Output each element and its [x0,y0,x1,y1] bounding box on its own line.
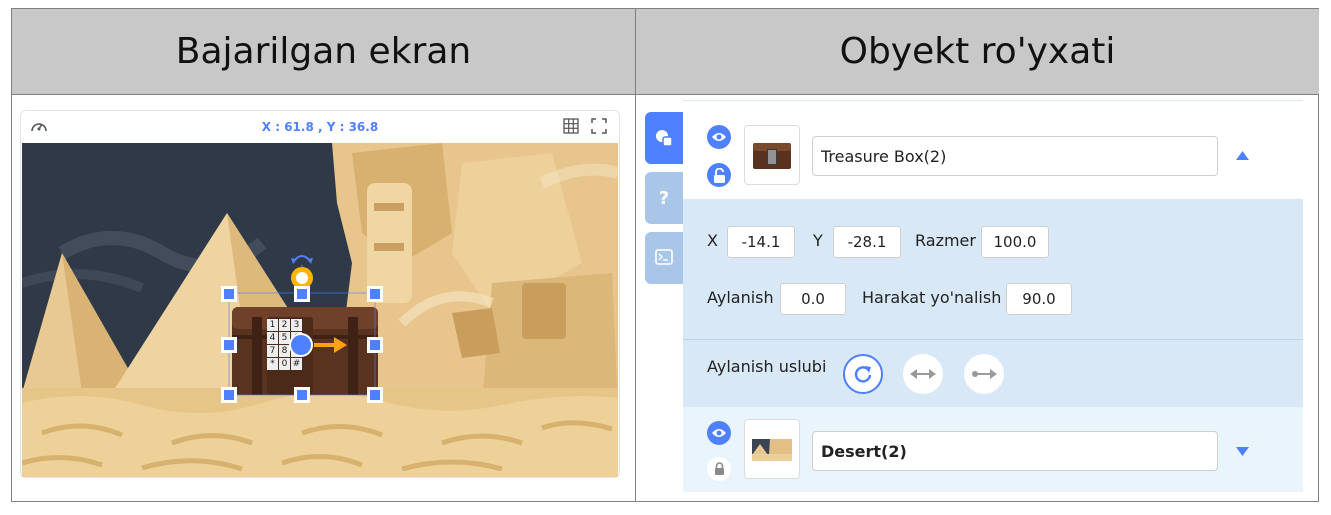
stage-toolbar: X : 61.8 , Y : 36.8 [21,111,619,142]
tab-console[interactable] [645,232,683,284]
resize-handle-bottom[interactable] [294,387,310,403]
object-name-field[interactable]: Treasure Box(2) [812,136,1218,176]
header-right: Obyekt ro'yxati [636,9,1319,95]
visibility-toggle[interactable] [707,125,731,149]
x-label: X [707,231,718,250]
tab-objects[interactable] [645,112,683,164]
y-input[interactable]: -28.1 [833,226,901,258]
object-thumbnail[interactable] [744,125,800,185]
resize-handle-left[interactable] [221,337,237,353]
rotation-style-horizontal-button[interactable] [903,354,943,394]
horizontal-flip-icon [910,369,936,379]
object-name-field[interactable]: Desert(2) [812,431,1218,471]
resize-handle-bottom-left[interactable] [221,387,237,403]
rotation-style-none-button[interactable] [964,354,1004,394]
rotation-style-free-button[interactable] [843,354,883,394]
svg-text:?: ? [659,188,669,209]
grid-icon[interactable] [563,118,579,134]
resize-handle-top-right[interactable] [367,286,383,302]
properties-divider [683,339,1303,340]
tab-help[interactable]: ? [645,172,683,224]
lock-closed-icon [715,462,724,475]
object-list-panel: Treasure Box(2) X -14.1 Y -28.1 Razmer 1… [683,100,1303,492]
column-divider [635,9,636,501]
rotation-style-label: Aylanish uslubi [707,357,827,376]
center-point-handle[interactable] [289,333,313,357]
resize-handle-bottom-right[interactable] [367,387,383,403]
objects-icon [656,130,673,147]
size-input[interactable]: 100.0 [981,226,1049,258]
resize-handle-top[interactable] [294,286,310,302]
y-label: Y [813,231,823,250]
eye-icon [712,429,726,437]
size-label: Razmer [915,231,976,250]
rotation-label: Aylanish [707,288,774,307]
triangle-up-icon[interactable] [1236,151,1249,160]
lock-open-icon [714,168,725,183]
object-thumbnail[interactable] [744,419,800,479]
question-mark-icon: ? [659,188,669,209]
eye-icon [712,133,726,141]
header-left: Bajarilgan ekran [12,9,636,95]
visibility-toggle[interactable] [707,421,731,445]
fullscreen-icon[interactable] [591,118,607,134]
stage-canvas[interactable]: 1 2 3 4 5 6 7 8 9 * 0 # [22,143,618,477]
direction-arrow-icon[interactable] [314,335,348,355]
resize-handle-right[interactable] [367,337,383,353]
resize-handle-top-left[interactable] [221,286,237,302]
rotation-input[interactable]: 0.0 [780,283,846,315]
terminal-icon [655,249,673,265]
treasure-chest-thumbnail [753,143,791,169]
stage-panel: X : 61.8 , Y : 36.8 1 2 3 4 5 7 8 * 0 # [20,110,620,478]
lock-toggle[interactable] [707,457,731,481]
rotate-icon [854,366,872,383]
mouse-coordinates: X : 61.8 , Y : 36.8 [261,120,379,134]
direction-label: Harakat yo'nalish [862,288,1002,307]
desert-thumbnail [752,439,792,461]
object-row-desert[interactable]: Desert(2) [683,407,1303,492]
object-properties: X -14.1 Y -28.1 Razmer 100.0 Aylanish 0.… [683,199,1303,407]
direction-input[interactable]: 90.0 [1006,283,1072,315]
object-row-treasure-box[interactable]: Treasure Box(2) [683,100,1303,200]
lock-toggle[interactable] [707,163,731,187]
x-input[interactable]: -14.1 [727,226,795,258]
no-rotation-icon [972,369,997,379]
rotate-arrows-icon[interactable] [290,247,314,269]
triangle-down-icon[interactable] [1236,447,1249,456]
